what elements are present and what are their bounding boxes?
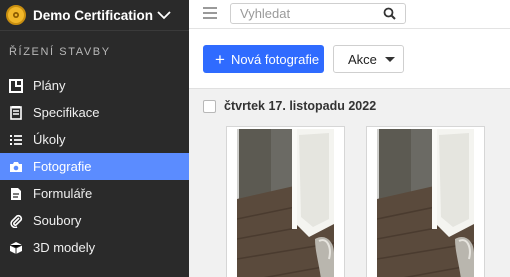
sidebar-item-label: Formuláře <box>33 186 93 201</box>
actions-label: Akce <box>348 51 377 67</box>
date-group-label: čtvrtek 17. listopadu 2022 <box>224 99 377 113</box>
actions-dropdown[interactable]: Akce <box>333 45 404 73</box>
photo-thumbnail[interactable] <box>237 129 334 277</box>
camera-icon <box>8 159 24 175</box>
sidebar-item-label: 3D modely <box>33 240 96 255</box>
photo-card[interactable] <box>366 126 485 277</box>
new-photo-label: Nová fotografie <box>230 51 320 67</box>
search-input[interactable] <box>240 6 370 21</box>
form-icon <box>8 186 24 202</box>
sidebar-item-specifikace[interactable]: Specifikace <box>0 99 189 126</box>
sidebar-item-ukoly[interactable]: Úkoly <box>0 126 189 153</box>
org-name: Demo Certification <box>33 7 154 23</box>
room-photo-image <box>237 129 334 277</box>
sidebar-item-label: Úkoly <box>33 132 66 147</box>
sidebar-item-label: Fotografie <box>33 159 92 174</box>
sidebar-item-formulare[interactable]: Formuláře <box>0 180 189 207</box>
photo-thumbnail[interactable] <box>377 129 474 277</box>
cube-icon <box>8 240 24 256</box>
org-logo-icon <box>6 5 26 25</box>
chevron-down-icon[interactable] <box>156 7 172 23</box>
new-photo-button[interactable]: + Nová fotografie <box>203 45 324 73</box>
section-label: ŘÍZENÍ STAVBY <box>9 46 111 58</box>
floorplan-icon <box>8 78 24 94</box>
sidebar-item-3d-modely[interactable]: 3D modely <box>0 234 189 261</box>
sidebar-item-fotografie[interactable]: Fotografie <box>0 153 189 180</box>
org-switcher[interactable]: Demo Certification <box>0 0 189 31</box>
top-bar <box>189 0 510 29</box>
date-group-header: čtvrtek 17. listopadu 2022 <box>203 99 376 113</box>
photo-gallery: čtvrtek 17. listopadu 2022 <box>189 88 510 277</box>
sidebar-item-label: Specifikace <box>33 105 100 120</box>
sidebar-nav: Plány Specifikace Úkoly Fotografie Formu… <box>0 72 189 261</box>
sidebar-item-label: Plány <box>33 78 66 93</box>
sidebar-item-soubory[interactable]: Soubory <box>0 207 189 234</box>
task-list-icon <box>8 132 24 148</box>
sidebar-item-plany[interactable]: Plány <box>0 72 189 99</box>
sidebar-item-label: Soubory <box>33 213 82 228</box>
search-box <box>230 3 406 24</box>
caret-down-icon <box>384 56 395 62</box>
room-photo-image <box>377 129 474 277</box>
paperclip-icon <box>8 213 24 229</box>
photo-card[interactable] <box>226 126 345 277</box>
search-icon[interactable] <box>383 7 396 20</box>
select-all-checkbox[interactable] <box>203 99 216 113</box>
plus-icon: + <box>215 49 225 69</box>
sidebar: Demo Certification ŘÍZENÍ STAVBY Plány S… <box>0 0 189 277</box>
menu-icon[interactable] <box>203 7 217 19</box>
specification-icon <box>8 105 24 121</box>
